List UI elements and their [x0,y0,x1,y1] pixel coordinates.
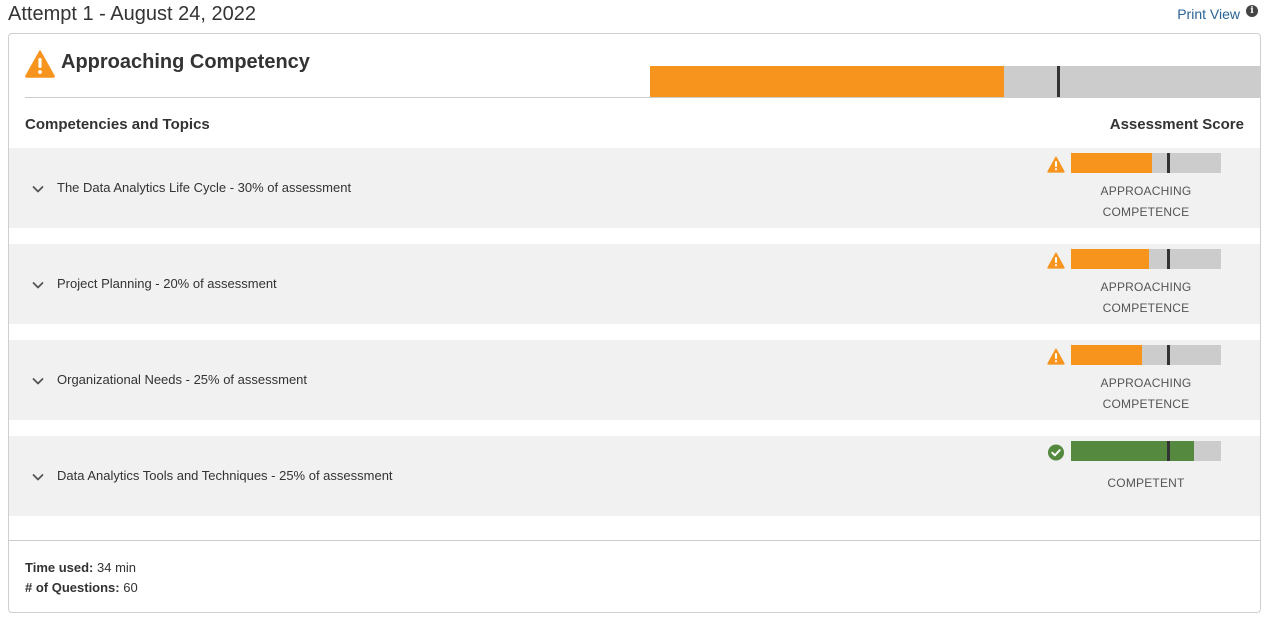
topic-score-bar [1071,249,1221,269]
check-circle-icon [1047,444,1065,461]
column-header-topics: Competencies and Topics [25,116,210,133]
topic-label: Project Planning - 20% of assessment [57,276,277,291]
chevron-down-icon[interactable] [31,374,45,388]
competence-level: APPROACHING COMPETENCE [1071,277,1221,319]
competence-level-line1: APPROACHING [1100,376,1192,390]
topic-threshold-marker [1167,345,1170,365]
print-view-link[interactable]: Print View [1177,6,1240,22]
time-used-value: 34 min [97,560,137,575]
topic-label: Data Analytics Tools and Techniques - 25… [57,468,393,483]
overall-header: Approaching Competency [25,50,1261,98]
question-count-label: # of Questions: [25,580,120,595]
topic-score-fill [1071,153,1152,173]
competence-level-line2: COMPETENCE [1102,205,1190,219]
topic-label: Organizational Needs - 25% of assessment [57,372,308,387]
topic-score-fill [1071,345,1142,365]
topic-row[interactable]: The Data Analytics Life Cycle - 30% of a… [9,148,1260,228]
topic-threshold-marker [1167,153,1170,173]
topic-score-fill [1071,249,1149,269]
question-count: # of Questions: 60 [25,578,138,598]
topic-row[interactable]: Data Analytics Tools and Techniques - 25… [9,436,1260,516]
chevron-down-icon[interactable] [31,182,45,196]
chevron-down-icon[interactable] [31,278,45,292]
time-used: Time used: 34 min [25,558,138,578]
competence-level-line1: APPROACHING [1100,280,1192,294]
topic-label: The Data Analytics Life Cycle - 30% of a… [57,180,352,195]
warning-icon [1047,252,1065,269]
chevron-down-icon[interactable] [31,470,45,484]
topic-score-bar [1071,441,1221,461]
topic-row[interactable]: Organizational Needs - 25% of assessment… [9,340,1260,420]
topic-threshold-marker [1167,441,1170,461]
competence-level: APPROACHING COMPETENCE [1071,373,1221,415]
info-icon[interactable]: i [1246,5,1258,17]
competence-level: COMPETENT [1071,473,1221,494]
print-view[interactable]: Print View i [1177,5,1258,22]
overall-threshold-marker [1056,66,1060,98]
topic-score-bar [1071,153,1221,173]
footer-divider [9,540,1260,541]
topic-threshold-marker [1167,249,1170,269]
attempt-summary: Time used: 34 min # of Questions: 60 [25,558,138,598]
overall-score-bar [650,66,1261,98]
time-used-label: Time used: [25,560,94,575]
competence-level-line1: COMPETENT [1107,476,1185,490]
warning-icon [25,50,55,78]
overall-status: Approaching Competency [61,51,310,73]
topic-row[interactable]: Project Planning - 20% of assessment APP… [9,244,1260,324]
results-card: Approaching Competency Competencies and … [8,33,1261,613]
topic-score-bar [1071,345,1221,365]
question-count-value: 60 [123,580,138,595]
header-divider [25,97,1245,98]
attempt-title: Attempt 1 - August 24, 2022 [8,3,256,25]
warning-icon [1047,348,1065,365]
competence-level-line1: APPROACHING [1100,184,1192,198]
warning-icon [1047,156,1065,173]
competence-level-line2: COMPETENCE [1102,397,1190,411]
overall-score-fill [650,66,1005,98]
column-header-score: Assessment Score [1109,116,1244,133]
competence-level-line2: COMPETENCE [1102,301,1190,315]
topic-list: The Data Analytics Life Cycle - 30% of a… [9,148,1260,532]
competence-level: APPROACHING COMPETENCE [1071,181,1221,223]
topic-score-fill [1071,441,1194,461]
